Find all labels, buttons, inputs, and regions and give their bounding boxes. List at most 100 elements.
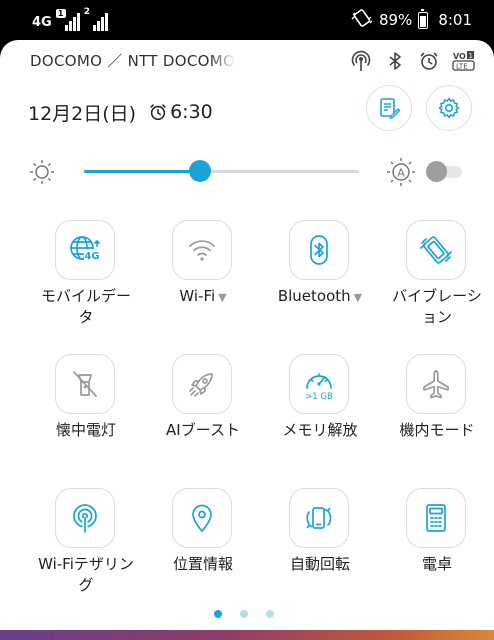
tile-memory-release[interactable]: >1 GB メモリ解放 [265, 354, 375, 474]
sim2-badge: 2 [83, 7, 90, 17]
calculator-icon [419, 501, 453, 535]
tile-label: メモリ解放 [259, 420, 381, 441]
status-bar-right: 89% 8:01 [351, 8, 472, 32]
auto-brightness-toggle[interactable] [426, 161, 462, 182]
svg-text:1: 1 [469, 52, 473, 60]
tile-wifi-tethering-button[interactable] [55, 488, 115, 548]
dropdown-arrow-icon[interactable]: ▼ [354, 291, 362, 304]
tile-label-text: Wi-Fi [179, 287, 216, 305]
edit-note-icon [380, 98, 401, 119]
tile-label-text: 機内モード [399, 421, 475, 439]
vibrate-status-icon [351, 8, 373, 32]
tile-location[interactable]: 位置情報 [148, 488, 258, 608]
tile-label-text: バイブレーション [392, 287, 482, 326]
tile-label: 電卓 [376, 554, 494, 575]
bluetooth-icon [302, 233, 336, 267]
battery-percent: 89% [378, 11, 413, 29]
tile-mobile-data[interactable]: 4G モバイルデータ [31, 220, 141, 340]
tile-calculator[interactable]: 電卓 [382, 488, 492, 608]
tile-label-text: メモリ解放 [282, 421, 358, 439]
sim1-signal-icon: 1 [55, 9, 80, 31]
tile-label: 機内モード [376, 420, 494, 441]
page-dot-3[interactable] [266, 610, 274, 618]
hotspot-status-icon [350, 50, 372, 72]
tile-label: Wi-Fi ▼ [142, 286, 264, 308]
network-type-label: 4G [32, 15, 52, 30]
speedometer-icon: >1 GB [299, 364, 339, 404]
tile-label: バイブレーション [376, 286, 494, 328]
tile-wifi-tethering[interactable]: Wi-Fiテザリング [31, 488, 141, 608]
svg-text:4G: 4G [84, 251, 99, 262]
status-bar: 4G 1 2 89% 8:01 [0, 0, 494, 40]
brightness-slider[interactable] [84, 160, 359, 182]
sim2-signal-icon: 2 [83, 7, 108, 31]
tile-location-button[interactable] [172, 488, 232, 548]
page-dot-2[interactable] [240, 610, 248, 618]
tile-mobile-data-button[interactable]: 4G [55, 220, 115, 280]
tile-wifi-button[interactable] [172, 220, 232, 280]
tile-airplane-mode-button[interactable] [406, 354, 466, 414]
brightness-thumb[interactable] [188, 160, 211, 182]
tile-label-text: モバイルデータ [40, 287, 131, 326]
tile-label-text: Bluetooth [277, 287, 351, 305]
tile-bluetooth-button[interactable] [289, 220, 349, 280]
gear-icon [438, 97, 460, 119]
auto-brightness-icon: A [387, 158, 415, 186]
flashlight-icon [68, 367, 102, 401]
tile-airplane-mode[interactable]: 機内モード [382, 354, 492, 474]
tile-label-text: 位置情報 [172, 555, 233, 573]
tile-label-text: Wi-Fiテザリング [38, 555, 134, 594]
clock: 8:01 [438, 11, 472, 29]
tile-vibrate-button[interactable] [406, 220, 466, 280]
tile-bluetooth[interactable]: Bluetooth ▼ [265, 220, 375, 340]
tile-label: 自動回転 [259, 554, 381, 575]
tile-ai-boost[interactable]: AIブースト [148, 354, 258, 474]
hotspot-icon [68, 501, 102, 535]
volte-status-icon: VO 1 LTE [452, 50, 475, 72]
alarm-time[interactable]: 6:30 [170, 101, 213, 123]
tile-memory-release-button[interactable]: >1 GB [289, 354, 349, 414]
tile-ai-boost-button[interactable] [172, 354, 232, 414]
tile-label-text: AIブースト [166, 421, 240, 439]
dropdown-arrow-icon[interactable]: ▼ [218, 291, 226, 304]
date-label[interactable]: 12月2日(日) [28, 99, 136, 126]
page-indicator [214, 610, 274, 618]
tile-label-text: 懐中電灯 [55, 421, 116, 439]
settings-button[interactable] [426, 85, 472, 131]
carrier-name: DOCOMO ／ NTT DOCOMO [30, 52, 235, 70]
location-pin-icon [185, 501, 219, 535]
airplane-icon [419, 367, 453, 401]
background-wallpaper-strip [0, 630, 494, 640]
tile-label: 位置情報 [142, 554, 264, 575]
globe-4g-icon: 4G [67, 232, 103, 268]
tile-label: Wi-Fiテザリング [25, 554, 147, 596]
alarm-status-icon [418, 50, 440, 72]
tile-label: AIブースト [142, 420, 264, 441]
tile-flashlight-button[interactable] [55, 354, 115, 414]
date-alarm-row: 12月2日(日) 6:30 [28, 99, 213, 125]
edit-tiles-button[interactable] [366, 85, 412, 131]
sim1-badge: 1 [55, 9, 66, 18]
page-dot-1[interactable] [214, 610, 222, 618]
header-status-icons: VO 1 LTE [350, 49, 475, 73]
status-bar-left: 4G 1 2 [32, 7, 108, 31]
tile-flashlight[interactable]: 懐中電灯 [31, 354, 141, 474]
svg-text:>1 GB: >1 GB [305, 392, 333, 402]
svg-text:LTE: LTE [456, 63, 468, 71]
vibrate-icon [418, 232, 454, 268]
tile-auto-rotate[interactable]: 自動回転 [265, 488, 375, 608]
battery-icon [418, 8, 429, 29]
tile-label-text: 電卓 [421, 555, 452, 573]
tile-vibrate[interactable]: バイブレーション [382, 220, 492, 340]
bluetooth-status-icon [384, 50, 406, 72]
brightness-fill [84, 170, 200, 173]
brightness-low-icon [30, 160, 54, 184]
alarm-icon [150, 104, 166, 121]
tile-calculator-button[interactable] [406, 488, 466, 548]
tile-label-text: 自動回転 [289, 555, 350, 573]
svg-text:A: A [397, 167, 405, 180]
tile-auto-rotate-button[interactable] [289, 488, 349, 548]
tile-label: 懐中電灯 [25, 420, 147, 441]
tile-wifi[interactable]: Wi-Fi ▼ [148, 220, 258, 340]
wifi-icon [185, 233, 219, 267]
